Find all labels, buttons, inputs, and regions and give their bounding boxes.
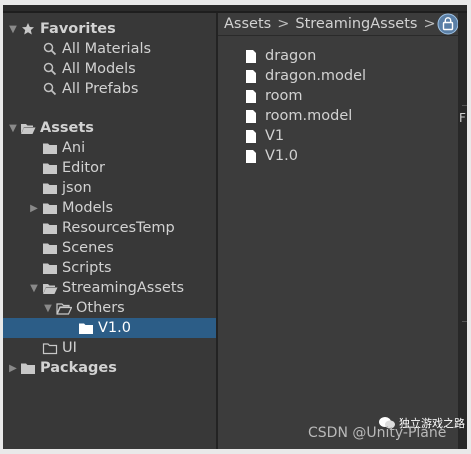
tree-item-label: Scenes	[62, 240, 114, 256]
star-icon	[19, 22, 36, 36]
asset-item-room-model[interactable]: room.model	[242, 106, 352, 126]
file-icon	[242, 89, 259, 103]
adjacent-panel-edge: F	[458, 13, 467, 449]
tree-item-label: UI	[62, 340, 77, 356]
tree-item-label: V1.0	[98, 320, 131, 336]
tree-item-label: Others	[76, 300, 125, 316]
tree-item-label: Favorites	[40, 21, 116, 37]
folder-icon	[19, 361, 36, 375]
tree-item-ani[interactable]: Ani	[3, 138, 216, 158]
tree-item-label: Editor	[62, 160, 105, 176]
tree-item-label: Models	[62, 200, 114, 216]
tree-item-all-models[interactable]: All Models	[3, 59, 216, 79]
file-icon	[242, 49, 259, 63]
search-icon	[41, 42, 58, 56]
folder-tree-panel: ▼ Favorites All Materials All Models All…	[3, 13, 216, 449]
tree-item-label: ResourcesTemp	[62, 220, 175, 236]
folder-icon	[41, 221, 58, 235]
tree-item-favorites[interactable]: ▼ Favorites	[3, 19, 216, 39]
folder-icon	[41, 201, 58, 215]
tree-item-resourcestemp[interactable]: ResourcesTemp	[3, 218, 216, 238]
search-icon	[41, 62, 58, 76]
tree-item-all-prefabs[interactable]: All Prefabs	[3, 79, 216, 99]
window-top-strip	[3, 5, 467, 11]
tree-item-label: All Materials	[62, 41, 152, 57]
tree-item-models[interactable]: ▶ Models	[3, 198, 216, 218]
tree-item-scripts[interactable]: Scripts	[3, 258, 216, 278]
asset-item-v1-0[interactable]: V1.0	[242, 146, 298, 166]
asset-item-label: dragon.model	[265, 68, 367, 84]
breadcrumb-assets[interactable]: Assets	[218, 16, 271, 32]
empty-folder-icon	[41, 341, 58, 355]
search-icon	[41, 82, 58, 96]
file-icon	[242, 129, 259, 143]
tree-item-all-materials[interactable]: All Materials	[3, 39, 216, 59]
file-icon	[242, 109, 259, 123]
tree-item-label: All Models	[62, 61, 136, 77]
tree-item-editor[interactable]: Editor	[3, 158, 216, 178]
edge-divider	[462, 105, 467, 106]
open-folder-icon	[19, 121, 36, 135]
tree-item-label: Packages	[40, 360, 117, 376]
folder-icon	[41, 141, 58, 155]
open-folder-icon	[55, 301, 72, 315]
file-icon	[242, 149, 259, 163]
tree-item-others[interactable]: ▼ Others	[3, 298, 216, 318]
watermark-source: CSDN @Unity-Plane	[308, 425, 447, 441]
tree-item-json[interactable]: json	[3, 178, 216, 198]
breadcrumb-separator: >	[277, 16, 290, 32]
asset-item-label: room.model	[265, 108, 353, 124]
folder-icon	[41, 161, 58, 175]
asset-item-v1[interactable]: V1	[242, 126, 284, 146]
folder-icon	[41, 241, 58, 255]
expand-right-icon[interactable]: ▶	[7, 363, 19, 374]
folder-icon	[41, 181, 58, 195]
tree-item-scenes[interactable]: Scenes	[3, 238, 216, 258]
asset-item-label: V1.0	[265, 148, 298, 164]
asset-item-dragon[interactable]: dragon	[242, 46, 316, 66]
tree-item-streamingassets[interactable]: ▼ StreamingAssets	[3, 278, 216, 298]
asset-item-label: dragon	[265, 48, 317, 64]
tree-item-packages[interactable]: ▶ Packages	[3, 358, 216, 378]
edge-label: F	[459, 111, 466, 125]
tree-item-ui[interactable]: UI	[3, 338, 216, 358]
tree-item-label: json	[62, 180, 92, 196]
breadcrumb: Assets > StreamingAssets >	[218, 13, 458, 36]
breadcrumb-streamingassets[interactable]: StreamingAssets	[295, 16, 417, 32]
tree-item-label: Ani	[62, 140, 86, 156]
edge-divider	[462, 321, 467, 322]
expand-down-icon[interactable]: ▼	[7, 24, 19, 35]
expand-right-icon[interactable]: ▶	[27, 203, 41, 214]
expand-down-icon[interactable]: ▼	[41, 303, 55, 314]
expand-down-icon[interactable]: ▼	[7, 123, 19, 134]
tree-item-label: StreamingAssets	[62, 280, 185, 296]
file-icon	[242, 69, 259, 83]
asset-item-label: room	[265, 88, 303, 104]
tree-item-v1-0-selected[interactable]: V1.0	[3, 318, 216, 338]
lock-icon	[437, 13, 458, 35]
asset-item-room[interactable]: room	[242, 86, 303, 106]
tree-item-label: All Prefabs	[62, 81, 139, 97]
folder-icon	[77, 321, 94, 335]
asset-item-dragon-model[interactable]: dragon.model	[242, 66, 366, 86]
asset-item-label: V1	[265, 128, 285, 144]
asset-list-panel: Assets > StreamingAssets > dragon dragon…	[218, 13, 458, 449]
tree-item-label: Scripts	[62, 260, 112, 276]
expand-down-icon[interactable]: ▼	[27, 283, 41, 294]
tree-item-assets[interactable]: ▼ Assets	[3, 118, 216, 138]
open-folder-icon	[41, 281, 58, 295]
tree-item-label: Assets	[40, 120, 94, 136]
project-window: ▼ Favorites All Materials All Models All…	[3, 5, 467, 449]
lock-button[interactable]	[436, 13, 458, 35]
folder-icon	[41, 261, 58, 275]
